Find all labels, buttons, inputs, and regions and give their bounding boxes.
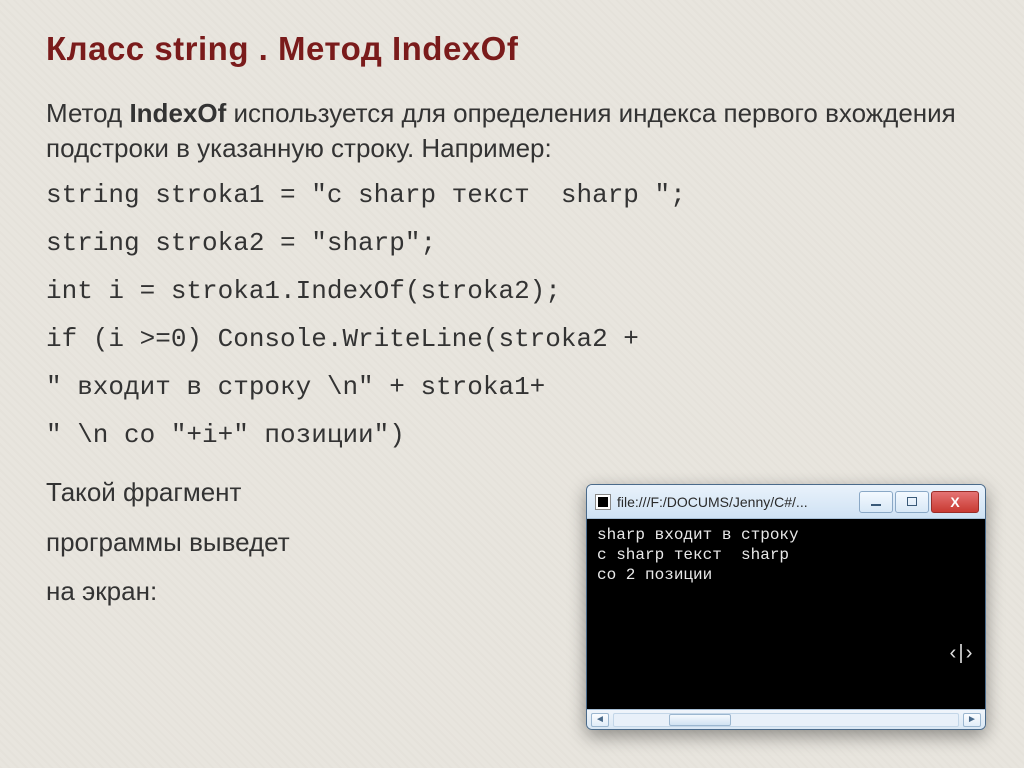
slide: Класс string . Метод IndexOf Метод Index… (0, 0, 1024, 768)
outro-line-2: программы выведет (46, 527, 290, 557)
window-title: file:///F:/DOCUMS/Jenny/C#/... (617, 494, 857, 510)
code-line-4: if (i >=0) Console.WriteLine(stroka2 + (46, 324, 978, 354)
close-button[interactable]: X (931, 491, 979, 513)
intro-bold: IndexOf (129, 98, 226, 128)
console-line-2: c sharp текст sharp (597, 546, 789, 564)
outro-line-3: на экран: (46, 576, 157, 606)
intro-prefix: Метод (46, 98, 129, 128)
outro-line-1: Такой фрагмент (46, 477, 241, 507)
code-line-2: string stroka2 = "sharp"; (46, 228, 978, 258)
scroll-left-arrow[interactable]: ◄ (591, 713, 609, 727)
scroll-thumb[interactable] (669, 714, 731, 726)
console-output: sharp входит в строку c sharp текст shar… (587, 519, 985, 709)
intro-paragraph: Метод IndexOf используется для определен… (46, 96, 978, 166)
app-icon (595, 494, 611, 510)
maximize-button[interactable] (895, 491, 929, 513)
console-window: file:///F:/DOCUMS/Jenny/C#/... X sharp в… (586, 484, 986, 730)
code-line-1: string stroka1 = "c sharp текст sharp "; (46, 180, 978, 210)
window-controls: X (857, 491, 979, 513)
code-line-3: int i = stroka1.IndexOf(stroka2); (46, 276, 978, 306)
close-icon: X (950, 494, 959, 510)
maximize-icon (907, 497, 917, 506)
scroll-right-arrow[interactable]: ► (963, 713, 981, 727)
text-cursor-icon: ‹|› (947, 642, 971, 667)
slide-title: Класс string . Метод IndexOf (46, 30, 978, 68)
console-line-1: sharp входит в строку (597, 526, 799, 544)
horizontal-scrollbar[interactable]: ◄ ► (587, 709, 985, 729)
minimize-icon (871, 504, 881, 506)
code-line-6: " \n со "+i+" позиции") (46, 420, 978, 450)
minimize-button[interactable] (859, 491, 893, 513)
window-titlebar[interactable]: file:///F:/DOCUMS/Jenny/C#/... X (587, 485, 985, 519)
console-line-3: со 2 позиции (597, 566, 712, 584)
scroll-track[interactable] (613, 713, 959, 727)
code-line-5: " входит в строку \n" + stroka1+ (46, 372, 978, 402)
